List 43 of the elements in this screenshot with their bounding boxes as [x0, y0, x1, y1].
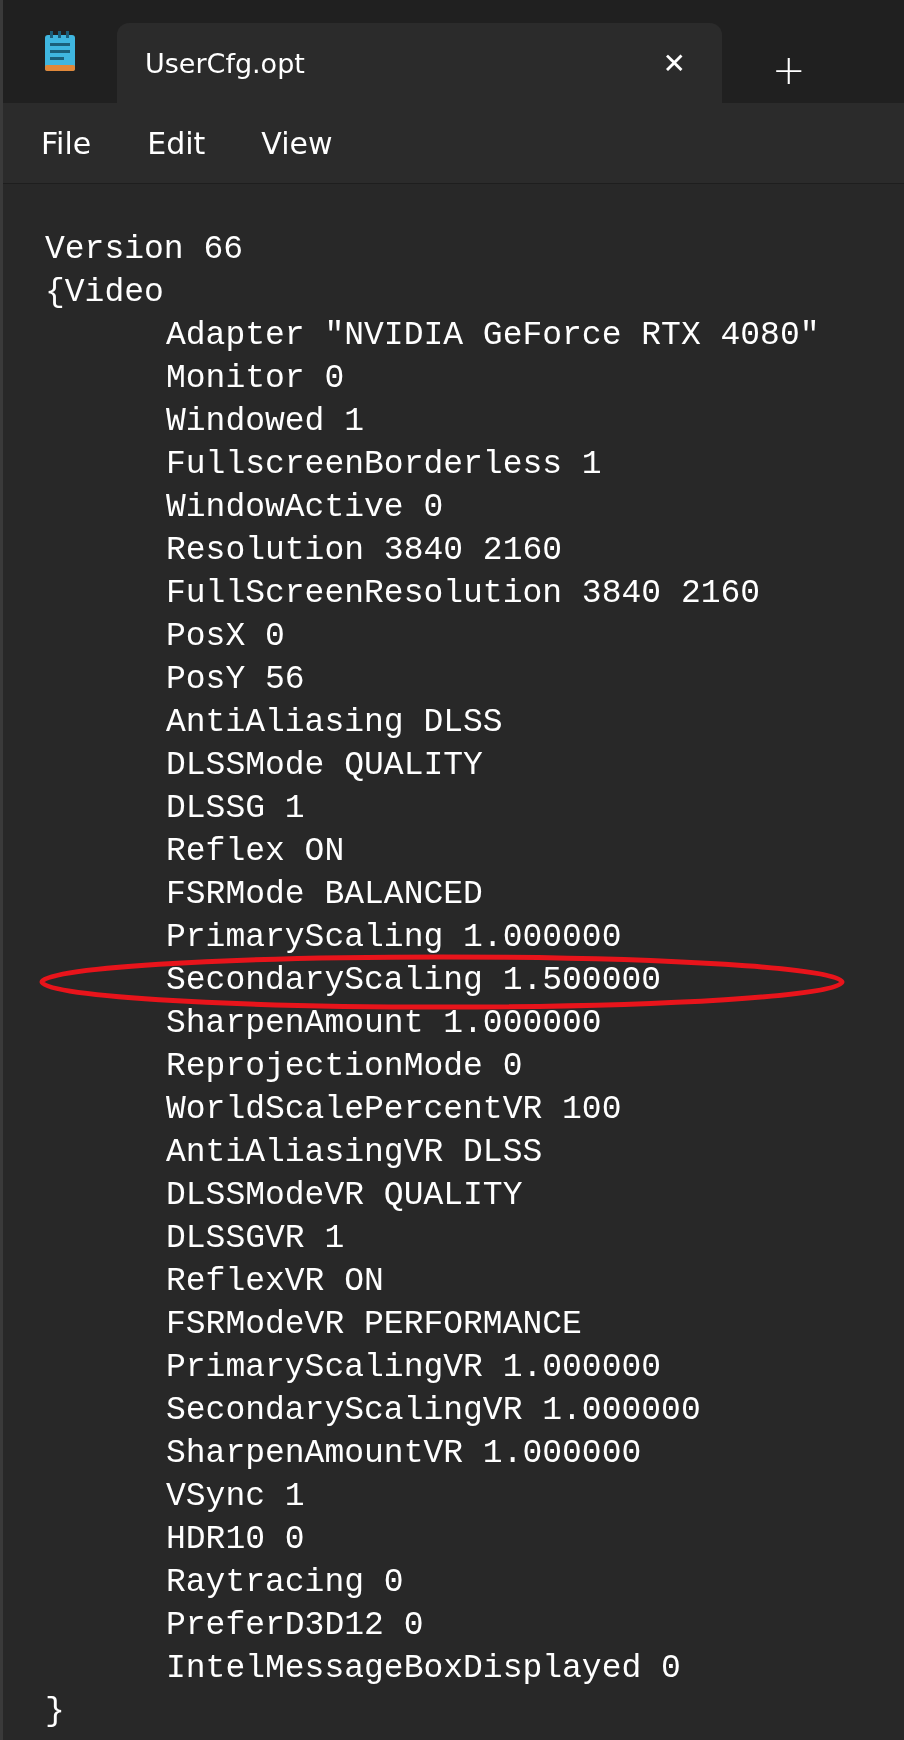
menu-item[interactable]: Edit: [131, 119, 222, 167]
code-line: AntiAliasingVR DLSS: [166, 1134, 543, 1171]
code-line: WorldScalePercentVR 100: [166, 1091, 622, 1128]
code-line: Adapter "NVIDIA GeForce RTX 4080": [166, 317, 820, 354]
file-tab[interactable]: UserCfg.opt ✕: [117, 23, 722, 103]
close-button[interactable]: ✕: [654, 42, 694, 84]
code-line: VSync 1: [166, 1478, 305, 1515]
code-line: PosX 0: [166, 618, 285, 655]
notepad-icon: [43, 30, 77, 73]
code-line: FSRMode BALANCED: [166, 876, 483, 913]
code-line: DLSSGVR 1: [166, 1220, 345, 1257]
code-line: DLSSG 1: [166, 790, 305, 827]
code-line: SharpenAmount 1.000000: [166, 1005, 602, 1042]
code-line: ReprojectionMode 0: [166, 1048, 523, 1085]
new-tab-button[interactable]: +: [764, 47, 814, 93]
code-line: SharpenAmountVR 1.000000: [166, 1435, 642, 1472]
code-line: SecondaryScaling 1.500000: [166, 962, 662, 999]
code-line: WindowActive 0: [166, 489, 444, 526]
code-line: PosY 56: [166, 661, 305, 698]
code-line: PrimaryScalingVR 1.000000: [166, 1349, 662, 1386]
code-line: IntelMessageBoxDisplayed 0: [166, 1650, 681, 1687]
code-line: ReflexVR ON: [166, 1263, 384, 1300]
code-line: FullscreenBorderless 1: [166, 446, 602, 483]
code-line: Windowed 1: [166, 403, 365, 440]
code-line: PreferD3D12 0: [166, 1607, 424, 1644]
tab-title: UserCfg.opt: [145, 47, 305, 79]
code-line: Resolution 3840 2160: [166, 532, 563, 569]
code-line: PrimaryScaling 1.000000: [166, 919, 622, 956]
code-line: }: [45, 1693, 65, 1730]
code-line: FullScreenResolution 3840 2160: [166, 575, 761, 612]
code-line: DLSSMode QUALITY: [166, 747, 483, 784]
code-line: FSRModeVR PERFORMANCE: [166, 1306, 582, 1343]
code-line: HDR10 0: [166, 1521, 305, 1558]
menu-item[interactable]: View: [245, 119, 349, 167]
code-line: Reflex ON: [166, 833, 345, 870]
code-line: {Video: [45, 274, 164, 311]
code-line: Raytracing 0: [166, 1564, 404, 1601]
code-line: AntiAliasing DLSS: [166, 704, 503, 741]
code-line: SecondaryScalingVR 1.000000: [166, 1392, 701, 1429]
code-line: DLSSModeVR QUALITY: [166, 1177, 523, 1214]
menu-item[interactable]: File: [25, 119, 108, 167]
code-line: Monitor 0: [166, 360, 345, 397]
code-line: Version 66: [45, 231, 244, 268]
